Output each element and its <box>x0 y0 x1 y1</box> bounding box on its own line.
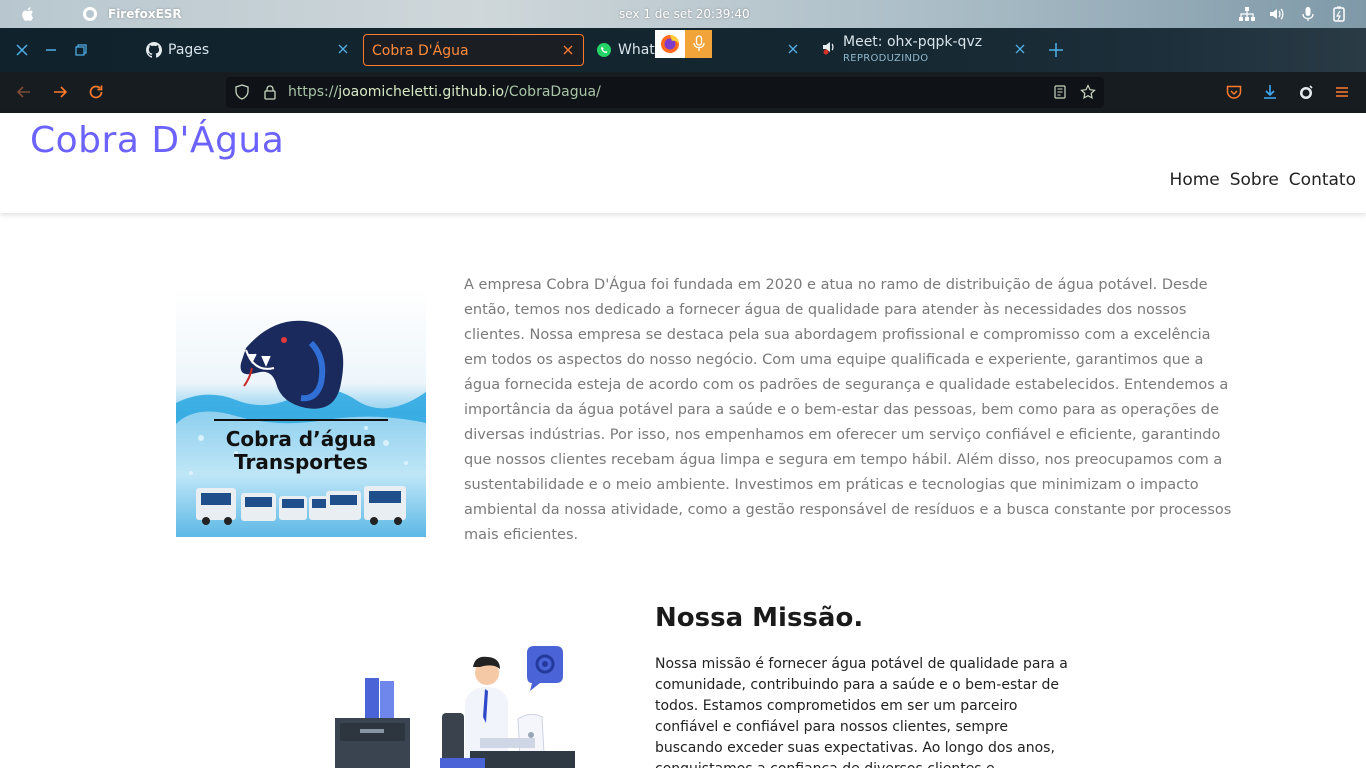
bookmark-star-icon[interactable] <box>1080 84 1096 100</box>
reader-view-icon[interactable] <box>1052 84 1068 100</box>
close-tab-icon[interactable] <box>1013 42 1027 56</box>
nav-bar: https://joaomicheletti.github.io/CobraDa… <box>0 72 1366 113</box>
url-bar[interactable]: https://joaomicheletti.github.io/CobraDa… <box>226 77 1104 108</box>
network-icon[interactable] <box>1238 6 1256 22</box>
logo-text-line1: Cobra d’água <box>226 427 377 451</box>
lock-icon[interactable] <box>262 84 278 100</box>
speaker-icon[interactable] <box>821 39 837 55</box>
whatsapp-icon <box>597 43 611 57</box>
extension-icon[interactable] <box>1297 83 1315 101</box>
tab-cobra-dagua[interactable]: Cobra D'Água <box>363 34 584 66</box>
company-logo-image: Cobra d’água Transportes <box>176 288 426 537</box>
web-page: Cobra D'Água Home Sobre Contato Cobra d’… <box>0 113 1366 768</box>
os-clock[interactable]: sex 1 de set 20:39:40 <box>619 7 750 21</box>
logo-text-line2: Transportes <box>234 450 368 474</box>
microphone-icon[interactable] <box>1299 6 1317 22</box>
close-tab-icon[interactable] <box>336 42 350 56</box>
mission-title: Nossa Missão. <box>655 603 864 633</box>
tab-playing-status: REPRODUZINDO <box>843 53 929 64</box>
site-brand[interactable]: Cobra D'Água <box>30 120 284 161</box>
close-tab-icon[interactable] <box>561 43 575 57</box>
close-window-icon[interactable] <box>14 42 30 58</box>
tab-meet[interactable]: Meet: ohx-pqpk-qvz REPRODUZINDO <box>813 34 1035 66</box>
mission-illustration <box>330 643 600 768</box>
forward-icon[interactable] <box>51 83 69 101</box>
tab-label: Meet: ohx-pqpk-qvz <box>843 34 983 50</box>
menu-contato[interactable]: Contato <box>1289 170 1356 190</box>
tab-label: What <box>618 42 655 58</box>
apple-icon[interactable] <box>20 5 36 23</box>
mission-text: Nossa missão é fornecer água potável de … <box>655 656 1068 768</box>
tab-pages[interactable]: Pages <box>138 34 358 66</box>
volume-icon[interactable] <box>1268 6 1286 22</box>
pocket-icon[interactable] <box>1225 83 1243 101</box>
microphone-sharing-icon[interactable] <box>685 30 712 58</box>
downloads-icon[interactable] <box>1261 83 1279 101</box>
firefox-app-icon <box>83 7 97 21</box>
github-icon <box>146 42 162 58</box>
menu-home[interactable]: Home <box>1170 170 1220 190</box>
os-top-bar: FirefoxESR sex 1 de set 20:39:40 <box>0 0 1366 28</box>
os-app-name[interactable]: FirefoxESR <box>108 7 182 21</box>
hamburger-menu-icon[interactable] <box>1333 83 1351 101</box>
sharing-indicator[interactable] <box>655 30 712 58</box>
battery-icon[interactable] <box>1330 6 1348 22</box>
restore-window-icon[interactable] <box>73 42 89 58</box>
tab-label: Pages <box>168 42 210 58</box>
url-text[interactable]: https://joaomicheletti.github.io/CobraDa… <box>288 84 601 100</box>
tab-label: Cobra D'Água <box>372 43 469 59</box>
site-header: Cobra D'Água Home Sobre Contato <box>0 113 1366 213</box>
shield-icon[interactable] <box>234 84 250 100</box>
site-menu: Home Sobre Contato <box>1170 170 1356 190</box>
close-tab-icon[interactable] <box>786 42 800 56</box>
about-text: A empresa Cobra D'Água foi fundada em 20… <box>464 277 1232 543</box>
menu-sobre[interactable]: Sobre <box>1230 170 1279 190</box>
firefox-sharing-icon[interactable] <box>655 30 685 58</box>
new-tab-icon[interactable] <box>1047 41 1065 59</box>
back-icon[interactable] <box>15 83 33 101</box>
minimize-window-icon[interactable] <box>43 42 59 58</box>
reload-icon[interactable] <box>87 83 105 101</box>
